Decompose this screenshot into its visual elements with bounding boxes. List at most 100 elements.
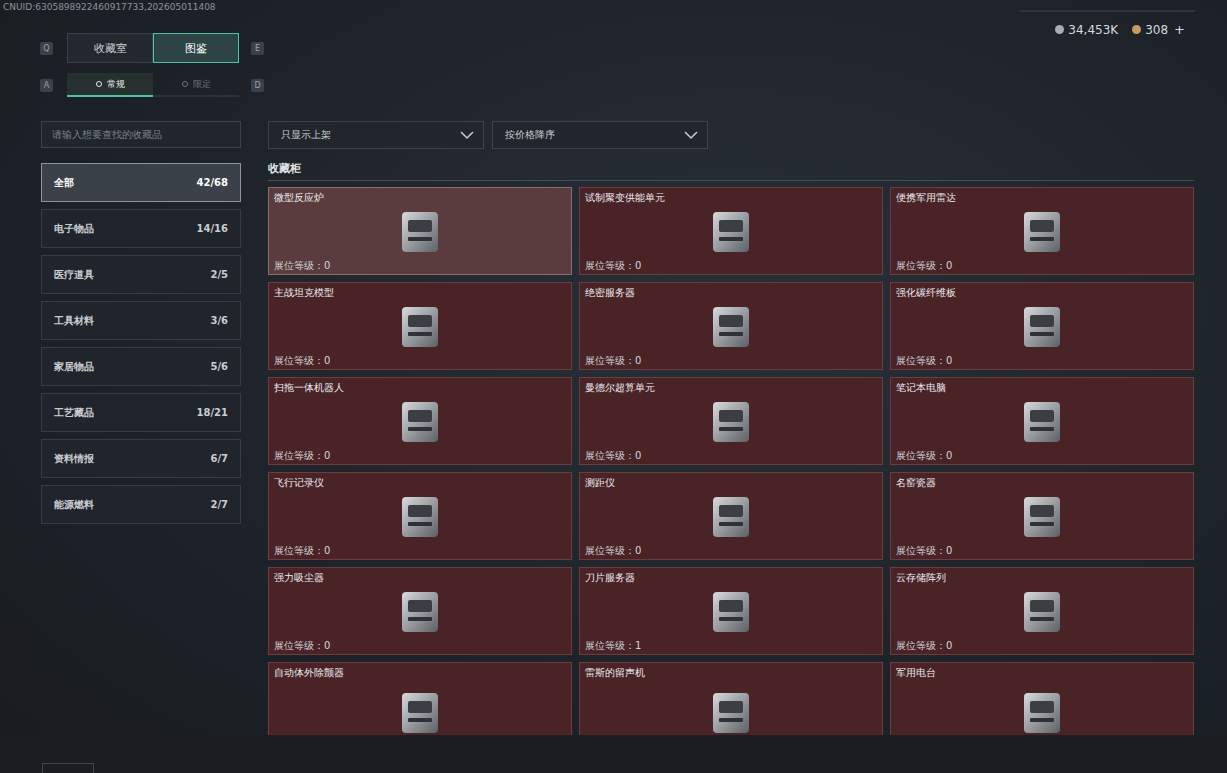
item-card[interactable]: 军用电台 bbox=[890, 662, 1194, 735]
sidebar-item[interactable]: 家居物品5/6 bbox=[41, 347, 241, 386]
subtab[interactable]: 限定 bbox=[153, 73, 239, 97]
tab[interactable]: 图鉴 bbox=[153, 33, 239, 63]
item-level: 展位等级：0 bbox=[274, 544, 566, 557]
item-image-icon bbox=[703, 687, 759, 735]
item-card[interactable]: 刀片服务器展位等级：1 bbox=[579, 567, 883, 655]
currency: 34,453K bbox=[1055, 23, 1118, 37]
item-level: 展位等级：1 bbox=[585, 639, 877, 652]
item-image-icon bbox=[703, 396, 759, 448]
item-name: 刀片服务器 bbox=[585, 571, 877, 584]
footer-box bbox=[42, 763, 94, 773]
tab-bar: Q收藏室图鉴E bbox=[0, 33, 264, 63]
item-card[interactable]: 自动体外除颤器 bbox=[268, 662, 572, 735]
footer bbox=[0, 735, 1227, 773]
item-name: 笔记本电脑 bbox=[896, 381, 1188, 394]
item-name: 微型反应炉 bbox=[274, 191, 566, 204]
item-name: 主战坦克模型 bbox=[274, 286, 566, 299]
item-card[interactable]: 扫拖一体机器人展位等级：0 bbox=[268, 377, 572, 465]
item-level: 展位等级：0 bbox=[896, 259, 1188, 272]
item-image-icon bbox=[392, 206, 448, 258]
chevron-down-icon bbox=[459, 130, 475, 140]
add-button[interactable]: + bbox=[1174, 22, 1185, 37]
item-level: 展位等级：0 bbox=[274, 449, 566, 462]
item-name: 军用电台 bbox=[896, 666, 1188, 679]
item-card[interactable]: 笔记本电脑展位等级：0 bbox=[890, 377, 1194, 465]
item-image-icon bbox=[392, 687, 448, 735]
subtab[interactable]: 常规 bbox=[67, 73, 153, 97]
item-name: 扫拖一体机器人 bbox=[274, 381, 566, 394]
main-panel: 只显示上架按价格降序收藏柜微型反应炉展位等级：0试制聚变供能单元展位等级：0便携… bbox=[268, 121, 1194, 735]
item-name: 便携军用雷达 bbox=[896, 191, 1188, 204]
item-card[interactable]: 主战坦克模型展位等级：0 bbox=[268, 282, 572, 370]
sidebar-item[interactable]: 能源燃料2/7 bbox=[41, 485, 241, 524]
search-field[interactable] bbox=[41, 121, 241, 148]
divider bbox=[1020, 10, 1195, 12]
item-name: 云存储阵列 bbox=[896, 571, 1188, 584]
item-name: 绝密服务器 bbox=[585, 286, 877, 299]
item-level: 展位等级：0 bbox=[896, 449, 1188, 462]
item-card[interactable]: 绝密服务器展位等级：0 bbox=[579, 282, 883, 370]
body: 全部42/68 电子物品14/16 医疗道具2/5 工具材料3/6 家居物品5/6 工艺藏… bbox=[0, 121, 1227, 735]
item-card[interactable]: 雷斯的留声机 bbox=[579, 662, 883, 735]
currency: 308+ bbox=[1132, 22, 1185, 37]
item-card[interactable]: 云存储阵列展位等级：0 bbox=[890, 567, 1194, 655]
sidebar-item[interactable]: 医疗道具2/5 bbox=[41, 255, 241, 294]
sidebar-item[interactable]: 全部42/68 bbox=[41, 163, 241, 202]
item-level: 展位等级：0 bbox=[274, 639, 566, 652]
item-level: 展位等级：0 bbox=[896, 639, 1188, 652]
key-hint: Q bbox=[40, 42, 53, 55]
item-card[interactable]: 强化碳纤维板展位等级：0 bbox=[890, 282, 1194, 370]
item-level: 展位等级：0 bbox=[585, 449, 877, 462]
sidebar-item[interactable]: 工艺藏品18/21 bbox=[41, 393, 241, 432]
key-hint: A bbox=[40, 79, 53, 92]
item-card[interactable]: 飞行记录仪展位等级：0 bbox=[268, 472, 572, 560]
item-level: 展位等级：0 bbox=[896, 354, 1188, 367]
item-image-icon bbox=[703, 206, 759, 258]
item-card[interactable]: 测距仪展位等级：0 bbox=[579, 472, 883, 560]
item-image-icon bbox=[392, 586, 448, 638]
item-level: 展位等级：0 bbox=[585, 259, 877, 272]
item-card[interactable]: 试制聚变供能单元展位等级：0 bbox=[579, 187, 883, 275]
item-name: 强力吸尘器 bbox=[274, 571, 566, 584]
item-level: 展位等级：0 bbox=[585, 354, 877, 367]
item-name: 强化碳纤维板 bbox=[896, 286, 1188, 299]
subtab-bar: A常规限定D bbox=[0, 73, 264, 97]
item-name: 试制聚变供能单元 bbox=[585, 191, 877, 204]
sidebar-item[interactable]: 工具材料3/6 bbox=[41, 301, 241, 340]
dropdown[interactable]: 只显示上架 bbox=[268, 121, 484, 149]
item-card[interactable]: 曼德尔超算单元展位等级：0 bbox=[579, 377, 883, 465]
item-image-icon bbox=[703, 491, 759, 543]
item-image-icon bbox=[1014, 301, 1070, 353]
header: CNUID:6305898922460917733,202605011408 Q 收… bbox=[0, 0, 1227, 121]
item-name: 曼德尔超算单元 bbox=[585, 381, 877, 394]
item-image-icon bbox=[1014, 586, 1070, 638]
item-image-icon bbox=[1014, 491, 1070, 543]
uid-text: CNUID:6305898922460917733,202605011408 bbox=[0, 0, 264, 14]
item-image-icon bbox=[392, 301, 448, 353]
item-card[interactable]: 微型反应炉展位等级：0 bbox=[268, 187, 572, 275]
item-image-icon bbox=[703, 301, 759, 353]
item-image-icon bbox=[392, 491, 448, 543]
toolbar: 只显示上架按价格降序 bbox=[268, 121, 1194, 149]
section-title: 收藏柜 bbox=[268, 161, 1194, 181]
item-name: 名窑瓷器 bbox=[896, 476, 1188, 489]
item-level: 展位等级：0 bbox=[585, 544, 877, 557]
chevron-down-icon bbox=[683, 130, 699, 140]
subtab-icon bbox=[181, 80, 189, 89]
item-card[interactable]: 名窑瓷器展位等级：0 bbox=[890, 472, 1194, 560]
dropdown[interactable]: 按价格降序 bbox=[492, 121, 708, 149]
item-name: 飞行记录仪 bbox=[274, 476, 566, 489]
sidebar: 全部42/68 电子物品14/16 医疗道具2/5 工具材料3/6 家居物品5/6 工艺藏… bbox=[41, 121, 241, 735]
sidebar-item[interactable]: 资料情报6/7 bbox=[41, 439, 241, 478]
coin-icon bbox=[1132, 25, 1141, 34]
item-level: 展位等级：0 bbox=[896, 544, 1188, 557]
item-card[interactable]: 便携军用雷达展位等级：0 bbox=[890, 187, 1194, 275]
item-name: 测距仪 bbox=[585, 476, 877, 489]
sidebar-item[interactable]: 电子物品14/16 bbox=[41, 209, 241, 248]
tab[interactable]: 收藏室 bbox=[67, 33, 153, 63]
item-name: 雷斯的留声机 bbox=[585, 666, 877, 679]
item-image-icon bbox=[1014, 687, 1070, 735]
item-image-icon bbox=[1014, 206, 1070, 258]
item-card[interactable]: 强力吸尘器展位等级：0 bbox=[268, 567, 572, 655]
item-level: 展位等级：0 bbox=[274, 259, 566, 272]
